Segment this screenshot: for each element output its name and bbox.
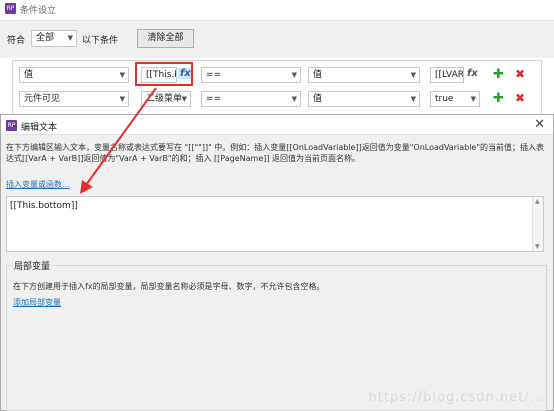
annotation-arrow [80, 87, 157, 194]
